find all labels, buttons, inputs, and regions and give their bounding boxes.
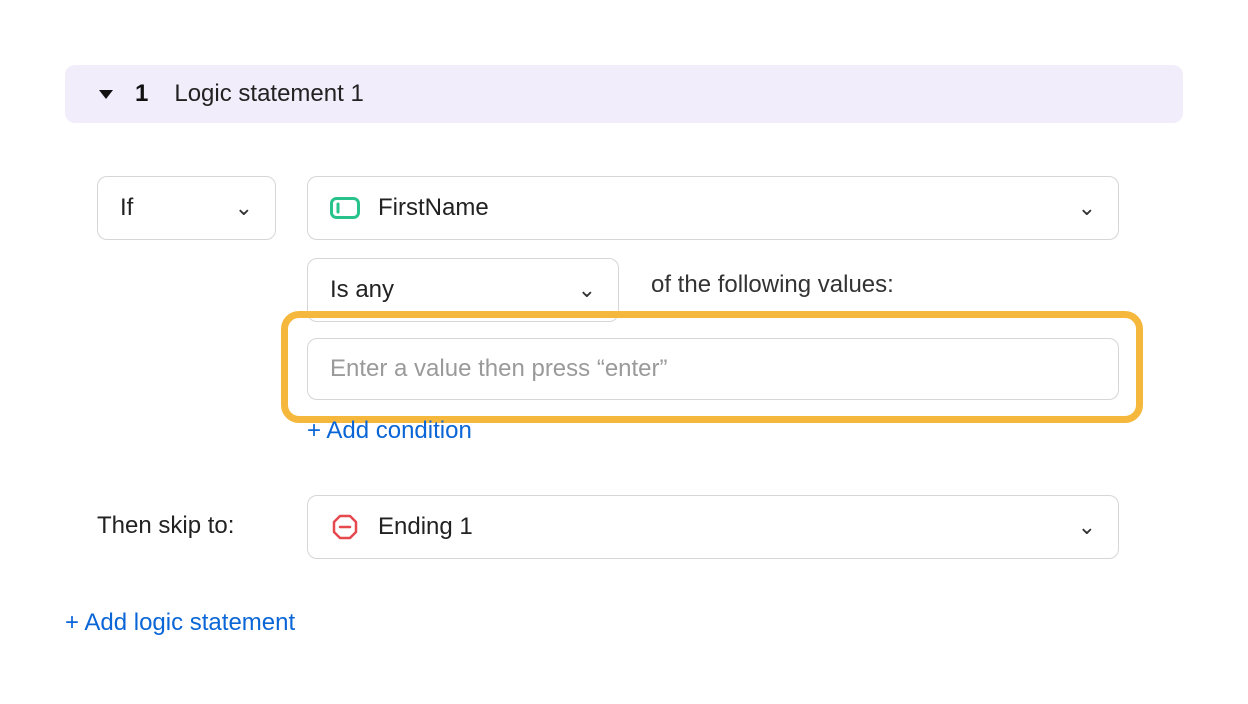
statement-title: Logic statement 1 <box>174 80 363 108</box>
text-field-icon <box>330 197 360 219</box>
stop-icon <box>330 516 360 538</box>
chevron-down-icon: ⌄ <box>1078 514 1096 540</box>
skip-target-select[interactable]: Ending 1 ⌄ <box>307 495 1119 559</box>
chevron-down-icon: ⌄ <box>1078 195 1096 221</box>
logic-builder-card: 1 Logic statement 1 If ⌄ FirstName ⌄ Is … <box>0 0 1248 704</box>
logic-statement-header[interactable]: 1 Logic statement 1 <box>65 65 1183 123</box>
add-condition-link[interactable]: + Add condition <box>307 417 472 445</box>
skip-target-value: Ending 1 <box>378 513 1060 541</box>
operator-select-value: Is any <box>330 276 578 304</box>
chevron-down-icon: ⌄ <box>578 277 596 303</box>
clause-select[interactable]: If ⌄ <box>97 176 276 240</box>
operator-select[interactable]: Is any ⌄ <box>307 258 619 322</box>
add-logic-statement-link[interactable]: + Add logic statement <box>65 609 295 637</box>
clause-select-value: If <box>120 194 235 222</box>
field-select-value: FirstName <box>378 194 1060 222</box>
collapse-caret-icon <box>99 90 113 99</box>
chevron-down-icon: ⌄ <box>235 195 253 221</box>
field-select[interactable]: FirstName ⌄ <box>307 176 1119 240</box>
following-values-label: of the following values: <box>651 271 894 299</box>
then-skip-to-label: Then skip to: <box>97 512 234 540</box>
value-input[interactable] <box>307 338 1119 400</box>
statement-number: 1 <box>135 80 148 108</box>
